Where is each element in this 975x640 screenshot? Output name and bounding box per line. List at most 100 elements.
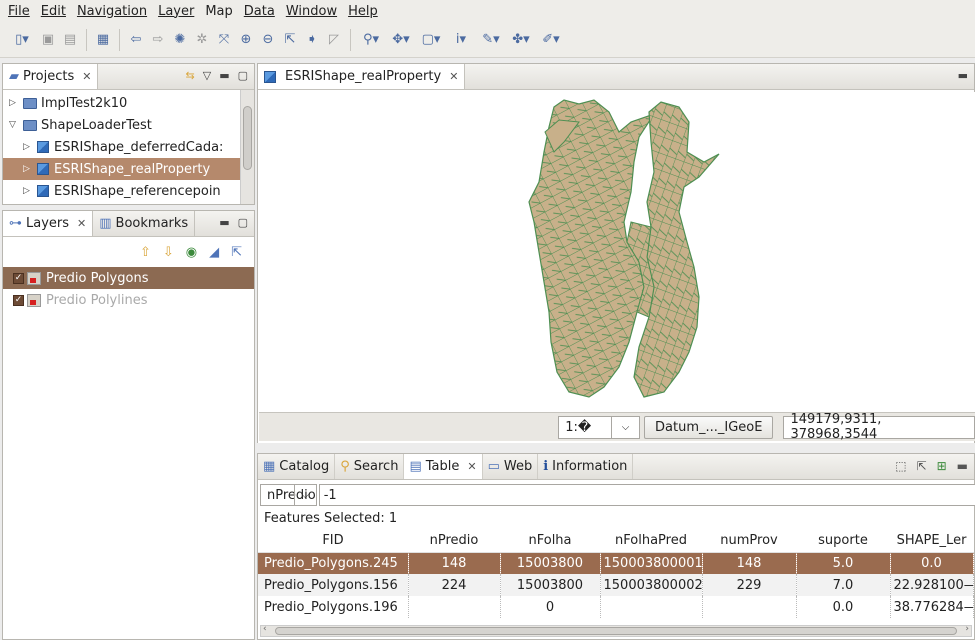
tree-item-referencepoin[interactable]: ▷ ESRIShape_referencepoin [3,180,241,202]
table-cell: 150003800002— [600,574,703,596]
projects-scrollbar[interactable] [240,90,254,204]
expand-icon[interactable]: ▷ [9,98,23,108]
link-icon[interactable]: ⇆ [186,69,195,82]
tree-item-impltest[interactable]: ▷ ImplTest2k10 [3,92,241,114]
table-row[interactable]: Predio_Polygons.156 224 15003800 1500038… [258,574,974,596]
cancel-icon[interactable]: ✲ [192,30,212,50]
menu-data[interactable]: Data [240,4,282,19]
column-header[interactable]: nFolha [500,530,600,553]
close-icon[interactable]: ✕ [82,70,91,83]
attribute-select[interactable]: nPredio ⌵ [260,484,317,506]
chevron-right-icon[interactable]: › [965,624,969,634]
table-horizontal-scrollbar[interactable]: ‹ › [260,624,972,637]
expand-icon[interactable]: ▷ [23,142,37,152]
table-row[interactable]: Predio_Polygons.196 0 0.0 38.776284— [258,596,974,618]
column-header[interactable]: nFolhaPred [600,530,702,553]
chevron-left-icon[interactable]: ‹ [263,624,267,634]
tab-projects[interactable]: ▰ Projects ✕ [3,64,99,89]
minimize-icon[interactable]: ▬ [958,69,968,82]
tab-map-editor[interactable]: ESRIShape_realProperty ✕ [258,64,466,89]
tab-search[interactable]: ⚲ Search [335,454,405,479]
menu-file[interactable]: File [4,4,37,19]
edit-tool-icon[interactable]: ✤▾ [507,30,535,50]
draw-tool-icon[interactable]: ✐▾ [537,30,565,50]
measure-tool-icon[interactable]: ✎▾ [477,30,505,50]
datum-button[interactable]: Datum_..._IGeoE [644,415,774,439]
minimize-icon[interactable]: ▬ [219,69,229,82]
promote-selection-icon[interactable]: ⊞ [937,459,947,473]
maximize-icon[interactable]: ▢ [238,69,248,82]
tab-web[interactable]: ▭ Web [483,454,539,479]
refresh-icon[interactable]: ✺ [170,30,190,50]
table-cell: 224 [408,574,501,596]
layer-predio-polygons[interactable]: ✓ Predio Polygons [3,267,254,289]
pan-icon[interactable]: ➧ [302,30,322,50]
table-cell: 7.0 [796,574,891,596]
zoom-tool-icon[interactable]: ⚲▾ [357,30,385,50]
edit-geometry-icon[interactable]: ◢ [209,245,219,260]
chevron-down-icon[interactable]: ⌵ [293,485,316,505]
minimize-icon[interactable]: ▬ [957,459,968,473]
new-icon[interactable]: ▯▾ [8,30,36,50]
selection-tool-icon[interactable]: ▢▾ [417,30,445,50]
tab-bookmarks[interactable]: ▥ Bookmarks [93,211,196,236]
menu-edit[interactable]: Edit [37,4,73,19]
menu-layer[interactable]: Layer [154,4,201,19]
zoom-out-icon[interactable]: ⊖ [258,30,278,50]
minimize-icon[interactable]: ▬ [219,216,229,229]
edit-icon[interactable]: ◸ [324,30,344,50]
visibility-checkbox[interactable]: ✓ [13,294,24,306]
column-header[interactable]: FID [258,530,408,553]
menu-window[interactable]: Window [282,4,344,19]
table-cell: 0.0 [890,552,974,574]
zoom-selection-icon[interactable]: ⇱ [917,459,927,473]
layer-predio-polylines[interactable]: ✓ Predio Polylines [3,289,254,311]
menu-navigation[interactable]: Navigation [73,4,154,19]
tab-information[interactable]: i Information [538,454,634,479]
collapse-icon[interactable]: ▽ [9,120,23,130]
column-header[interactable]: nPredio [408,530,500,553]
menu-help[interactable]: Help [344,4,385,19]
pan-tool-icon[interactable]: ✥▾ [387,30,415,50]
save-icon[interactable]: ▣ [38,30,58,50]
expand-icon[interactable]: ▷ [23,186,37,196]
view-menu-icon[interactable]: ▽ [203,69,211,82]
column-header[interactable]: numProv [702,530,796,553]
tree-item-deferredcada[interactable]: ▷ ESRIShape_deferredCada: [3,136,241,158]
tab-table[interactable]: ▤ Table ✕ [404,454,483,479]
select-all-icon[interactable]: ⬚ [895,459,906,473]
map-canvas[interactable] [259,92,975,412]
move-up-icon[interactable]: ⇧ [140,245,151,260]
close-icon[interactable]: ✕ [77,217,86,230]
zoom-layer-icon[interactable]: ⇱ [231,245,242,260]
properties-icon[interactable]: ▦ [93,30,113,50]
tab-catalog[interactable]: ▦ Catalog [258,454,336,479]
back-icon[interactable]: ⇦ [126,30,146,50]
parcel-map [528,99,720,398]
chevron-down-icon[interactable]: ⌵ [611,416,639,438]
select-icon[interactable]: ⇱ [280,30,300,50]
expand-icon[interactable]: ▷ [23,164,37,174]
filter-input[interactable]: -1 [318,484,975,506]
tree-item-realproperty[interactable]: ▷ ESRIShape_realProperty [3,158,241,180]
zoom-extent-icon[interactable]: ⤧ [214,30,234,50]
menu-map[interactable]: Map [201,4,239,19]
column-header[interactable]: SHAPE_Ler [890,530,973,553]
style-icon[interactable]: ◉ [186,245,197,260]
info-tool-icon[interactable]: i▾ [447,30,475,50]
close-icon[interactable]: ✕ [449,70,458,83]
attribute-table: FID nPredio nFolha nFolhaPred numProv su… [258,530,974,618]
visibility-checkbox[interactable]: ✓ [13,272,24,284]
polyline-layer-icon [27,293,41,307]
tree-item-shapeloadertest[interactable]: ▽ ShapeLoaderTest [3,114,241,136]
zoom-in-icon[interactable]: ⊕ [236,30,256,50]
save-all-icon[interactable]: ▤ [60,30,80,50]
column-header[interactable]: suporte [796,530,890,553]
maximize-icon[interactable]: ▢ [238,216,248,229]
tab-layers[interactable]: ⊶ Layers ✕ [3,211,94,236]
forward-icon[interactable]: ⇨ [148,30,168,50]
table-row[interactable]: Predio_Polygons.245 148 15003800 1500038… [258,552,974,574]
close-icon[interactable]: ✕ [467,460,476,473]
move-down-icon[interactable]: ⇩ [163,245,174,260]
scale-combo[interactable]: 1:� ⌵ [558,415,641,439]
